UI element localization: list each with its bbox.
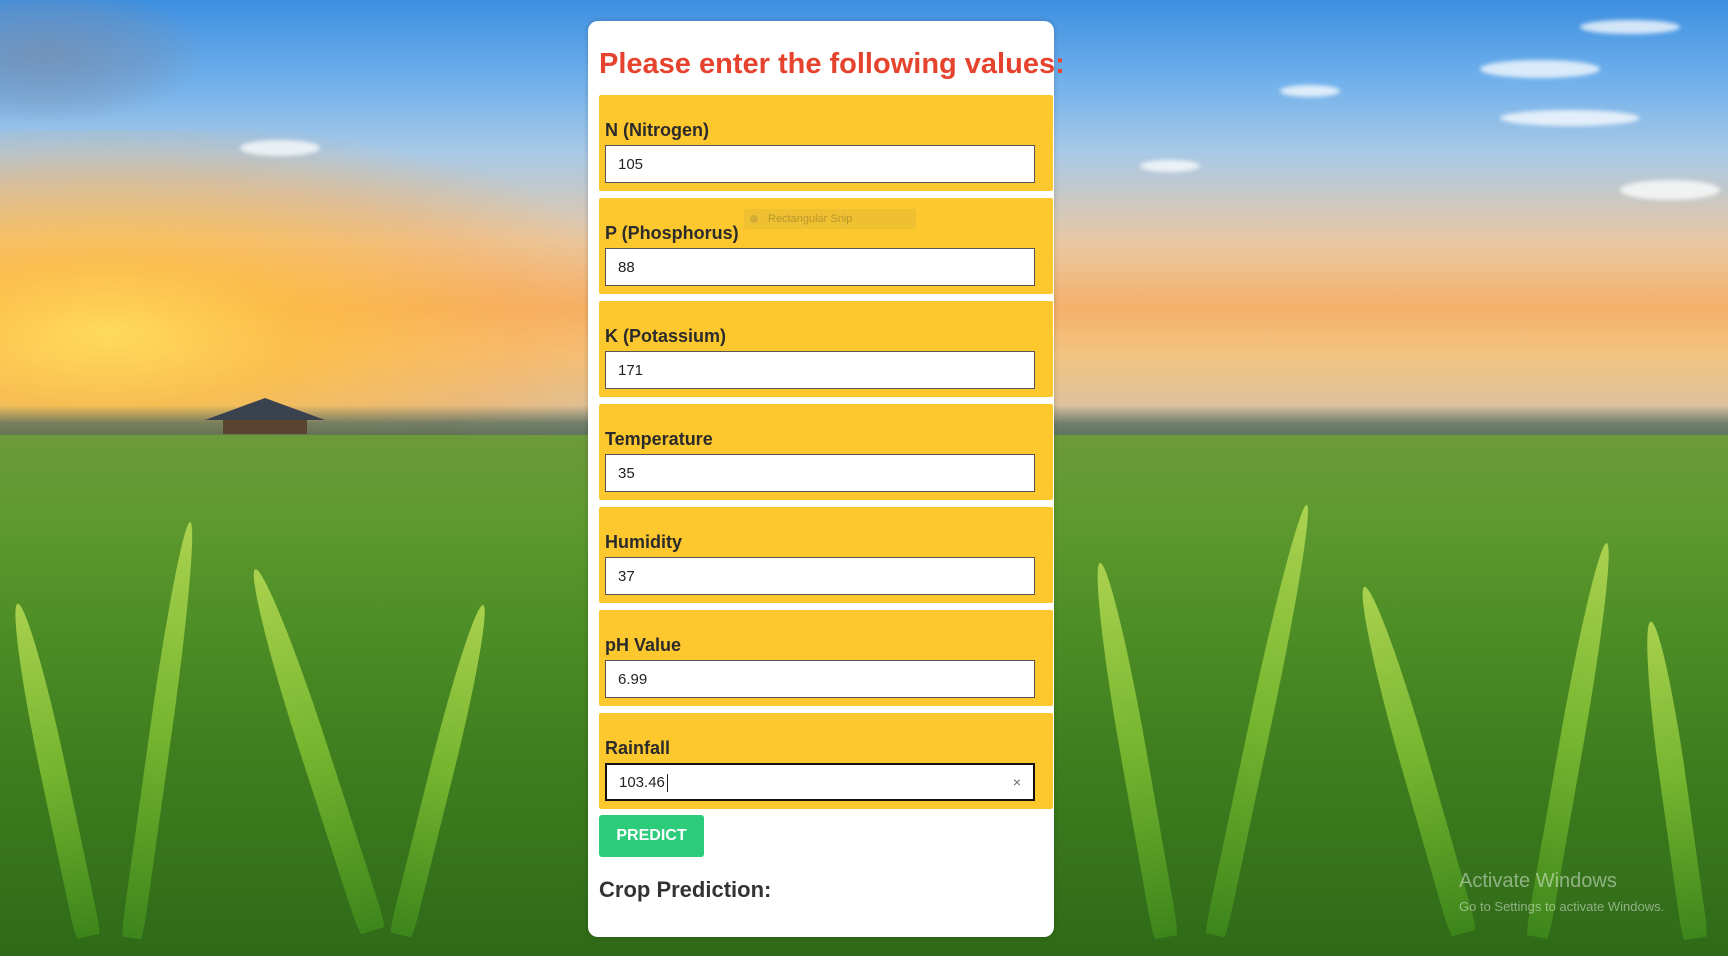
temperature-input-box bbox=[605, 454, 1035, 492]
ph-label: pH Value bbox=[605, 635, 682, 655]
field-group-ph: pH Value bbox=[599, 610, 1053, 706]
potassium-label: K (Potassium) bbox=[605, 326, 727, 346]
cloud bbox=[1480, 60, 1600, 78]
humidity-label: Humidity bbox=[605, 532, 683, 552]
rectangular-snip-overlay: Rectangular Snip bbox=[744, 209, 916, 229]
activate-windows-watermark: Activate Windows Go to Settings to activ… bbox=[1459, 870, 1664, 914]
watermark-title: Activate Windows bbox=[1459, 870, 1617, 892]
field-group-rainfall: Rainfall × bbox=[599, 713, 1053, 809]
cloud bbox=[240, 140, 320, 156]
phosphorus-label: P (Phosphorus) bbox=[605, 223, 739, 243]
phosphorus-input-box bbox=[605, 248, 1035, 286]
crop-prediction-heading: Crop Prediction: bbox=[599, 877, 772, 902]
cloud bbox=[1500, 110, 1640, 126]
rainfall-input-box: × bbox=[605, 763, 1035, 801]
predict-button[interactable]: PREDICT bbox=[599, 815, 704, 857]
cloud bbox=[1620, 180, 1720, 200]
clouds bbox=[0, 0, 200, 120]
watermark-subtitle: Go to Settings to activate Windows. bbox=[1459, 899, 1665, 914]
form-heading: Please enter the following values: bbox=[599, 48, 1065, 80]
rainfall-label: Rainfall bbox=[605, 738, 671, 758]
humidity-input-box bbox=[605, 557, 1035, 595]
potassium-input[interactable] bbox=[606, 352, 1034, 388]
humidity-input[interactable] bbox=[606, 558, 1034, 594]
nitrogen-input-box bbox=[605, 145, 1035, 183]
field-group-humidity: Humidity bbox=[599, 507, 1053, 603]
crop-form-card: Please enter the following values: N (Ni… bbox=[588, 21, 1065, 937]
field-group-nitrogen: N (Nitrogen) bbox=[599, 95, 1053, 191]
text-caret bbox=[667, 774, 668, 792]
temperature-label: Temperature bbox=[605, 429, 713, 449]
snip-icon bbox=[750, 215, 758, 224]
potassium-input-box bbox=[605, 351, 1035, 389]
field-group-temperature: Temperature bbox=[599, 404, 1053, 500]
ph-input-box bbox=[605, 660, 1035, 698]
rainfall-input[interactable] bbox=[607, 765, 1033, 799]
cloud bbox=[1580, 20, 1680, 34]
nitrogen-label: N (Nitrogen) bbox=[605, 120, 709, 140]
snip-label: Rectangular Snip bbox=[768, 213, 853, 225]
cloud bbox=[1140, 160, 1200, 172]
phosphorus-input[interactable] bbox=[606, 249, 1034, 285]
clear-icon[interactable]: × bbox=[1013, 774, 1021, 790]
ph-input[interactable] bbox=[606, 661, 1034, 697]
temperature-input[interactable] bbox=[606, 455, 1034, 491]
field-group-potassium: K (Potassium) bbox=[599, 301, 1053, 397]
nitrogen-input[interactable] bbox=[606, 146, 1034, 182]
cloud bbox=[1280, 85, 1340, 97]
farm-hut bbox=[205, 398, 325, 434]
